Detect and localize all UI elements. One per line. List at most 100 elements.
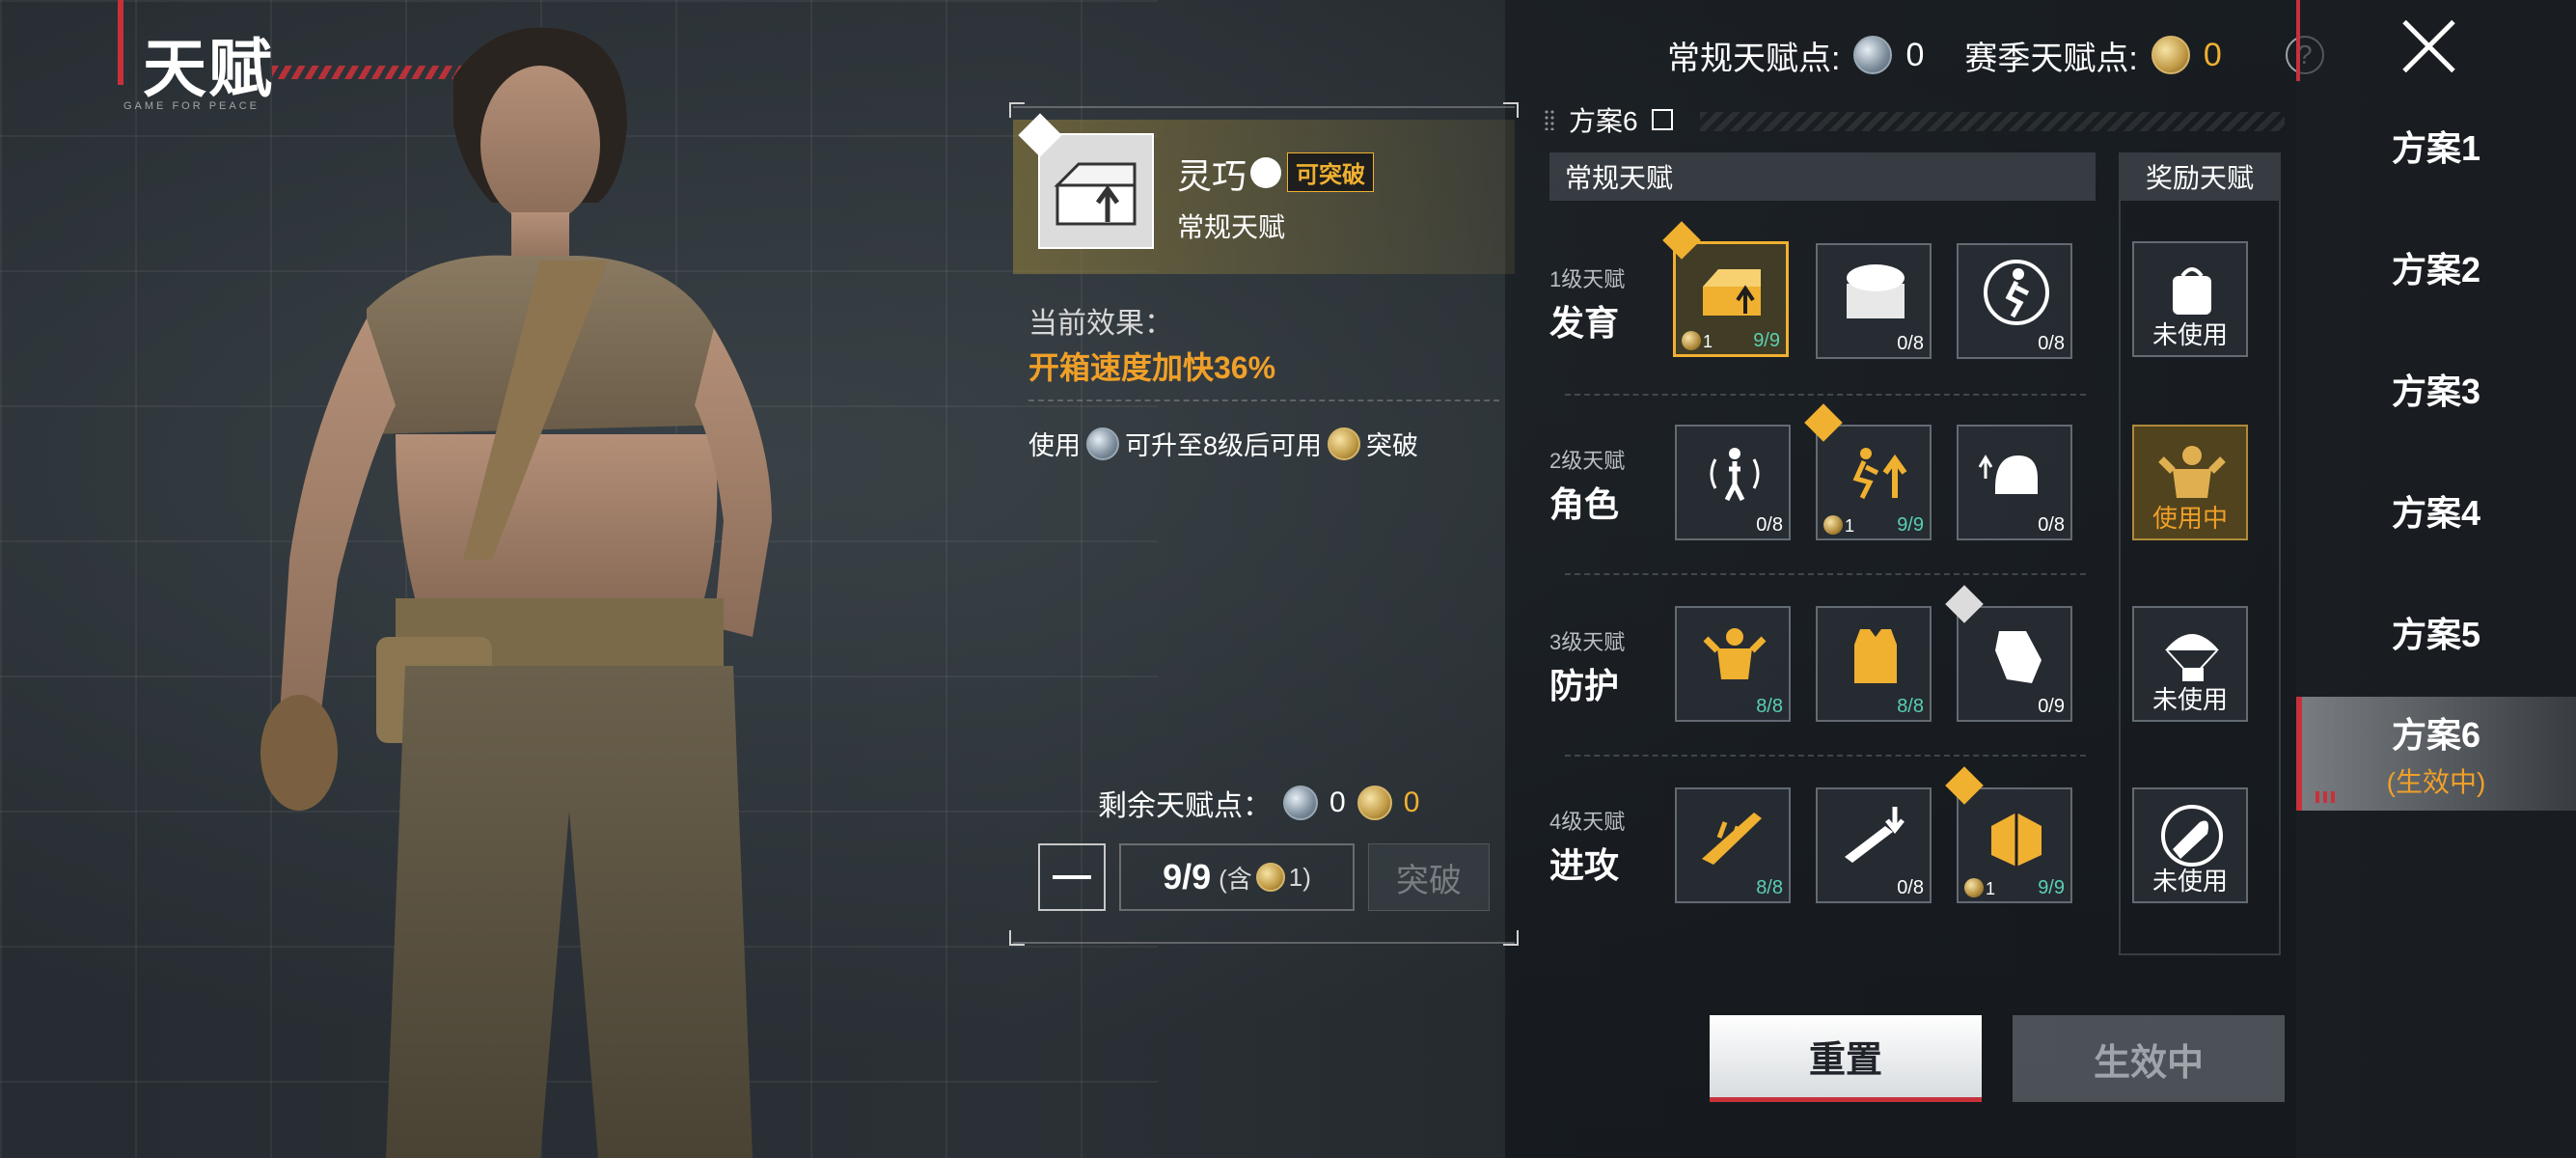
tier-name: 防护 [1549, 666, 1620, 705]
tier-name: 进攻 [1549, 845, 1620, 885]
plan-tab-2[interactable]: 方案2 [2296, 210, 2576, 324]
tier-level: 2级天赋 [1549, 449, 1626, 473]
decrease-button[interactable] [1038, 843, 1106, 911]
season-point-coin-icon [1357, 786, 1392, 820]
remaining-regular-value: 0 [1329, 786, 1346, 818]
reset-button[interactable]: 重置 [1710, 1015, 1982, 1102]
talent-points-header: 常规天赋点: 0 赛季天赋点: 0 ? [1667, 29, 2324, 81]
regular-point-coin-icon [1853, 36, 1893, 74]
running-man-icon [1984, 260, 2049, 325]
regular-points-label: 常规天赋点: [1667, 40, 1841, 77]
talent-slot-3-2[interactable]: 8/8 [1816, 606, 1932, 722]
remaining-season-value: 0 [1403, 786, 1420, 818]
slot-progress: 0/8 [1756, 514, 1783, 536]
regular-point-coin-icon [1283, 786, 1318, 820]
regular-talents-header: 常规天赋 [1549, 152, 2096, 201]
talent-slot-3-1[interactable]: 8/8 [1675, 606, 1791, 722]
tier-separator [1565, 394, 2086, 396]
title-accent-bar [118, 0, 123, 85]
armor-man-icon [1703, 628, 1767, 679]
tier-level: 3级天赋 [1549, 630, 1626, 654]
talent-slot-4-2[interactable]: 0/8 [1816, 787, 1932, 903]
slot-progress: 8/8 [1756, 696, 1783, 717]
bonus-status: 未使用 [2151, 320, 2228, 349]
effect-label: 当前效果： [1028, 308, 1173, 340]
frame-line [1013, 942, 1515, 944]
weapon-drop-icon [1845, 807, 1905, 863]
plan-title: 方案6 [1544, 100, 1673, 139]
regular-point-coin-icon [1086, 427, 1119, 460]
divider [1028, 400, 1499, 401]
ammo-crate-icon [1991, 813, 2042, 867]
slot-season-points: 1 [1845, 516, 1855, 536]
plan-tab-3[interactable]: 方案3 [2296, 332, 2576, 446]
strong-man-icon [2158, 446, 2226, 498]
season-point-coin-icon [1682, 331, 1701, 350]
plan-name: 方案6 [1569, 106, 1638, 136]
talent-slot-2-1[interactable]: 0/8 [1675, 425, 1791, 540]
talent-slot-2-2[interactable]: 1 9/9 [1804, 403, 1932, 540]
talent-slot-1-3[interactable]: 0/8 [1957, 243, 2072, 359]
talent-slot-2-3[interactable]: 0/8 [1957, 425, 2072, 540]
contains-value: 1) [1288, 862, 1311, 892]
tier-level: 4级天赋 [1549, 810, 1626, 834]
close-icon[interactable] [2395, 12, 2462, 79]
breakthrough-badge-icon [1945, 585, 1984, 623]
plan-tab-6[interactable]: 方案6 (生效中) [2296, 697, 2576, 811]
frame-corner [1503, 930, 1519, 946]
tier-name: 角色 [1549, 484, 1620, 524]
slot-progress: 0/9 [2038, 696, 2065, 717]
tier-label-3: 3级天赋 防护 [1549, 625, 1656, 708]
talent-type: 常规天赋 [1177, 212, 1286, 242]
slot-progress: 9/9 [1753, 330, 1780, 351]
backpack-icon [2173, 267, 2211, 315]
bonus-status: 使用中 [2151, 504, 2228, 533]
tier-separator [1565, 755, 2086, 757]
slot-progress: 8/8 [1756, 877, 1783, 898]
talent-slot-3-3[interactable]: 0/9 [1945, 585, 2072, 722]
supply-box-icon [1847, 264, 1905, 318]
slot-season-points: 1 [1986, 879, 1996, 898]
contains-prefix: (含 [1219, 864, 1252, 894]
talent-slot-4-3[interactable]: 1 9/9 [1945, 766, 2072, 903]
plans-sidebar: 方案1 方案2 方案3 方案4 方案5 方案6 (生效中) [2296, 0, 2576, 1158]
level-value: 9/9 [1163, 857, 1212, 896]
bonus-slot-4[interactable]: 未使用 [2132, 787, 2248, 903]
upgrade-note: 使用 可升至8级后可用 突破 [1028, 425, 1418, 462]
season-point-coin-icon [2151, 36, 2190, 74]
rifle-icon [1702, 813, 1762, 865]
remaining-points: 剩余天赋点： 0 0 [1098, 782, 1419, 824]
plan-tab-4[interactable]: 方案4 [2296, 454, 2576, 567]
sound-wave-icon [1710, 448, 1760, 502]
slot-progress: 9/9 [2038, 877, 2065, 898]
slot-season-points: 1 [1703, 332, 1713, 351]
tier-name: 发育 [1549, 303, 1620, 343]
bonus-slot-2[interactable]: 使用中 [2132, 425, 2248, 540]
breakthrough-button[interactable]: 突破 [1368, 843, 1490, 911]
minus-icon [1053, 875, 1091, 879]
edit-icon[interactable] [1651, 109, 1673, 130]
season-points-label: 赛季天赋点: [1964, 40, 2138, 77]
regular-points-value: 0 [1905, 36, 1925, 73]
talent-slot-1-1[interactable]: 1 9/9 [1662, 221, 1789, 357]
plan-tab-5[interactable]: 方案5 [2296, 575, 2576, 689]
talent-slot-1-2[interactable]: 0/8 [1816, 243, 1932, 359]
talent-slot-4-1[interactable]: 8/8 [1675, 787, 1791, 903]
sprint-icon [1852, 448, 1907, 500]
season-point-coin-icon [1823, 515, 1843, 535]
can-break-label: 可突破 [1287, 152, 1374, 192]
can-break-tag: 可突破 [1250, 152, 1374, 192]
talent-grid-panel: 方案6 常规天赋 奖励天赋 1级天赋 发育 1 9/9 0/8 0/8 未使用 … [1544, 100, 2287, 959]
level-display: 9/9 (含 1) [1119, 843, 1355, 911]
remaining-label: 剩余天赋点： [1098, 790, 1272, 822]
active-button[interactable]: 生效中 [2013, 1015, 2285, 1102]
season-point-coin-icon [1255, 863, 1285, 892]
plan-tab-label: 方案1 [2391, 128, 2481, 168]
frame-corner [1503, 102, 1519, 118]
plan-tab-1[interactable]: 方案1 [2296, 89, 2576, 203]
bonus-slot-3[interactable]: 未使用 [2132, 606, 2248, 722]
plan-tab-label: 方案4 [2391, 493, 2481, 533]
breakthrough-badge-icon [1662, 221, 1701, 260]
bonus-slot-1[interactable]: 未使用 [2132, 241, 2248, 357]
bonus-talents-header: 奖励天赋 [2119, 152, 2281, 201]
